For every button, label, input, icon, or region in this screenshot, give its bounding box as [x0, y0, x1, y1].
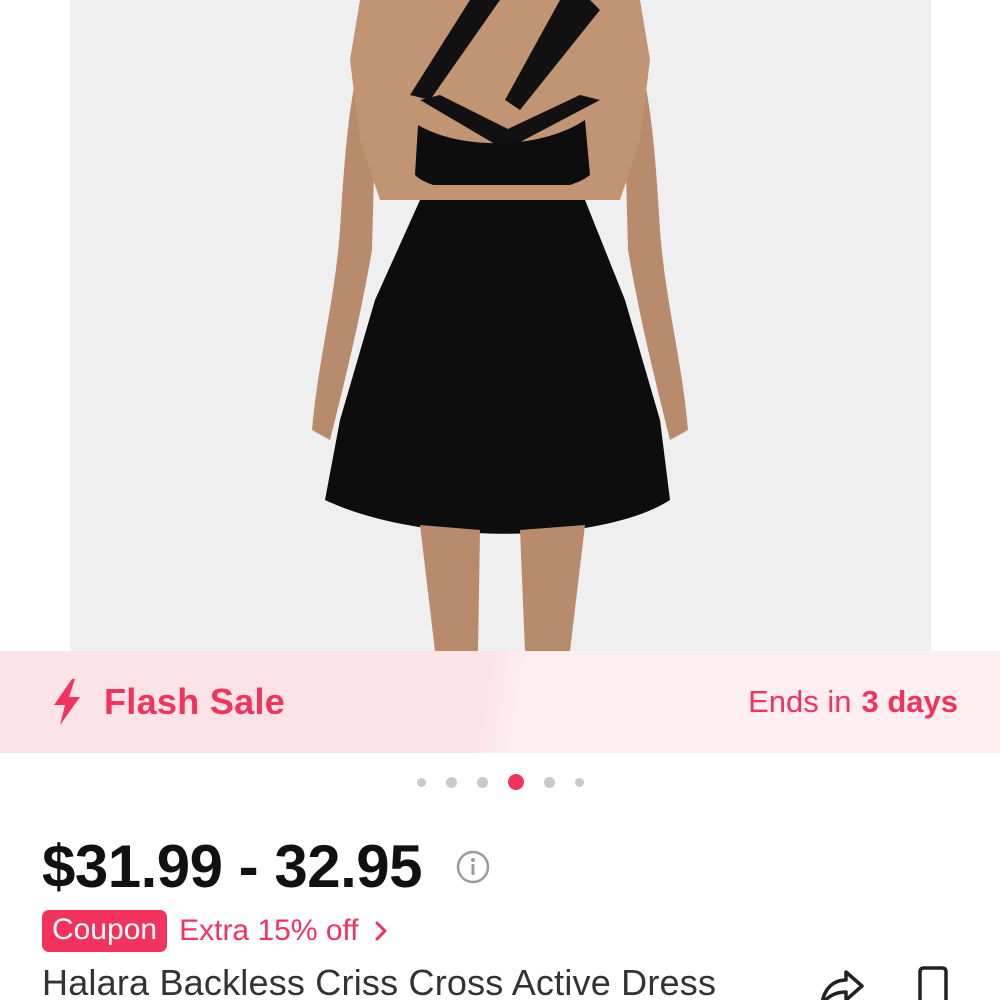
flash-sale-label: Flash Sale — [104, 681, 286, 722]
price-row: $31.99 - 32.95 — [42, 832, 490, 901]
share-icon[interactable] — [816, 966, 866, 1000]
coupon-offer[interactable]: Extra 15% off — [179, 914, 359, 948]
flash-sale-left: Flash Sale — [48, 679, 285, 725]
info-circle-icon[interactable] — [456, 850, 490, 884]
carousel-dot[interactable] — [445, 776, 457, 788]
product-title: Halara Backless Criss Cross Active Dress — [42, 962, 717, 1000]
carousel-indicator[interactable] — [0, 773, 1000, 791]
flash-sale-countdown: Ends in 3 days — [748, 684, 958, 720]
carousel-dot[interactable] — [476, 776, 488, 788]
carousel-dot[interactable] — [574, 777, 584, 787]
ends-in-value: 3 days — [861, 684, 958, 719]
carousel-dot[interactable] — [416, 777, 426, 787]
bookmark-icon[interactable] — [916, 966, 950, 1000]
product-image[interactable] — [0, 0, 1000, 651]
coupon-badge: Coupon — [42, 910, 168, 952]
ends-in-label: Ends in — [748, 684, 852, 719]
price-range: $31.99 - 32.95 — [42, 833, 422, 900]
carousel-dot[interactable] — [543, 776, 555, 788]
coupon-row[interactable]: Coupon Extra 15% off — [42, 910, 389, 952]
dress-photo — [312, 0, 688, 651]
lightning-bolt-icon — [54, 679, 80, 725]
chevron-right-icon[interactable] — [373, 920, 389, 942]
title-row: Halara Backless Criss Cross Active Dress — [42, 962, 1000, 1000]
carousel-dot-active[interactable] — [507, 774, 524, 790]
flash-sale-banner[interactable]: Flash Sale Ends in 3 days — [0, 651, 1000, 753]
